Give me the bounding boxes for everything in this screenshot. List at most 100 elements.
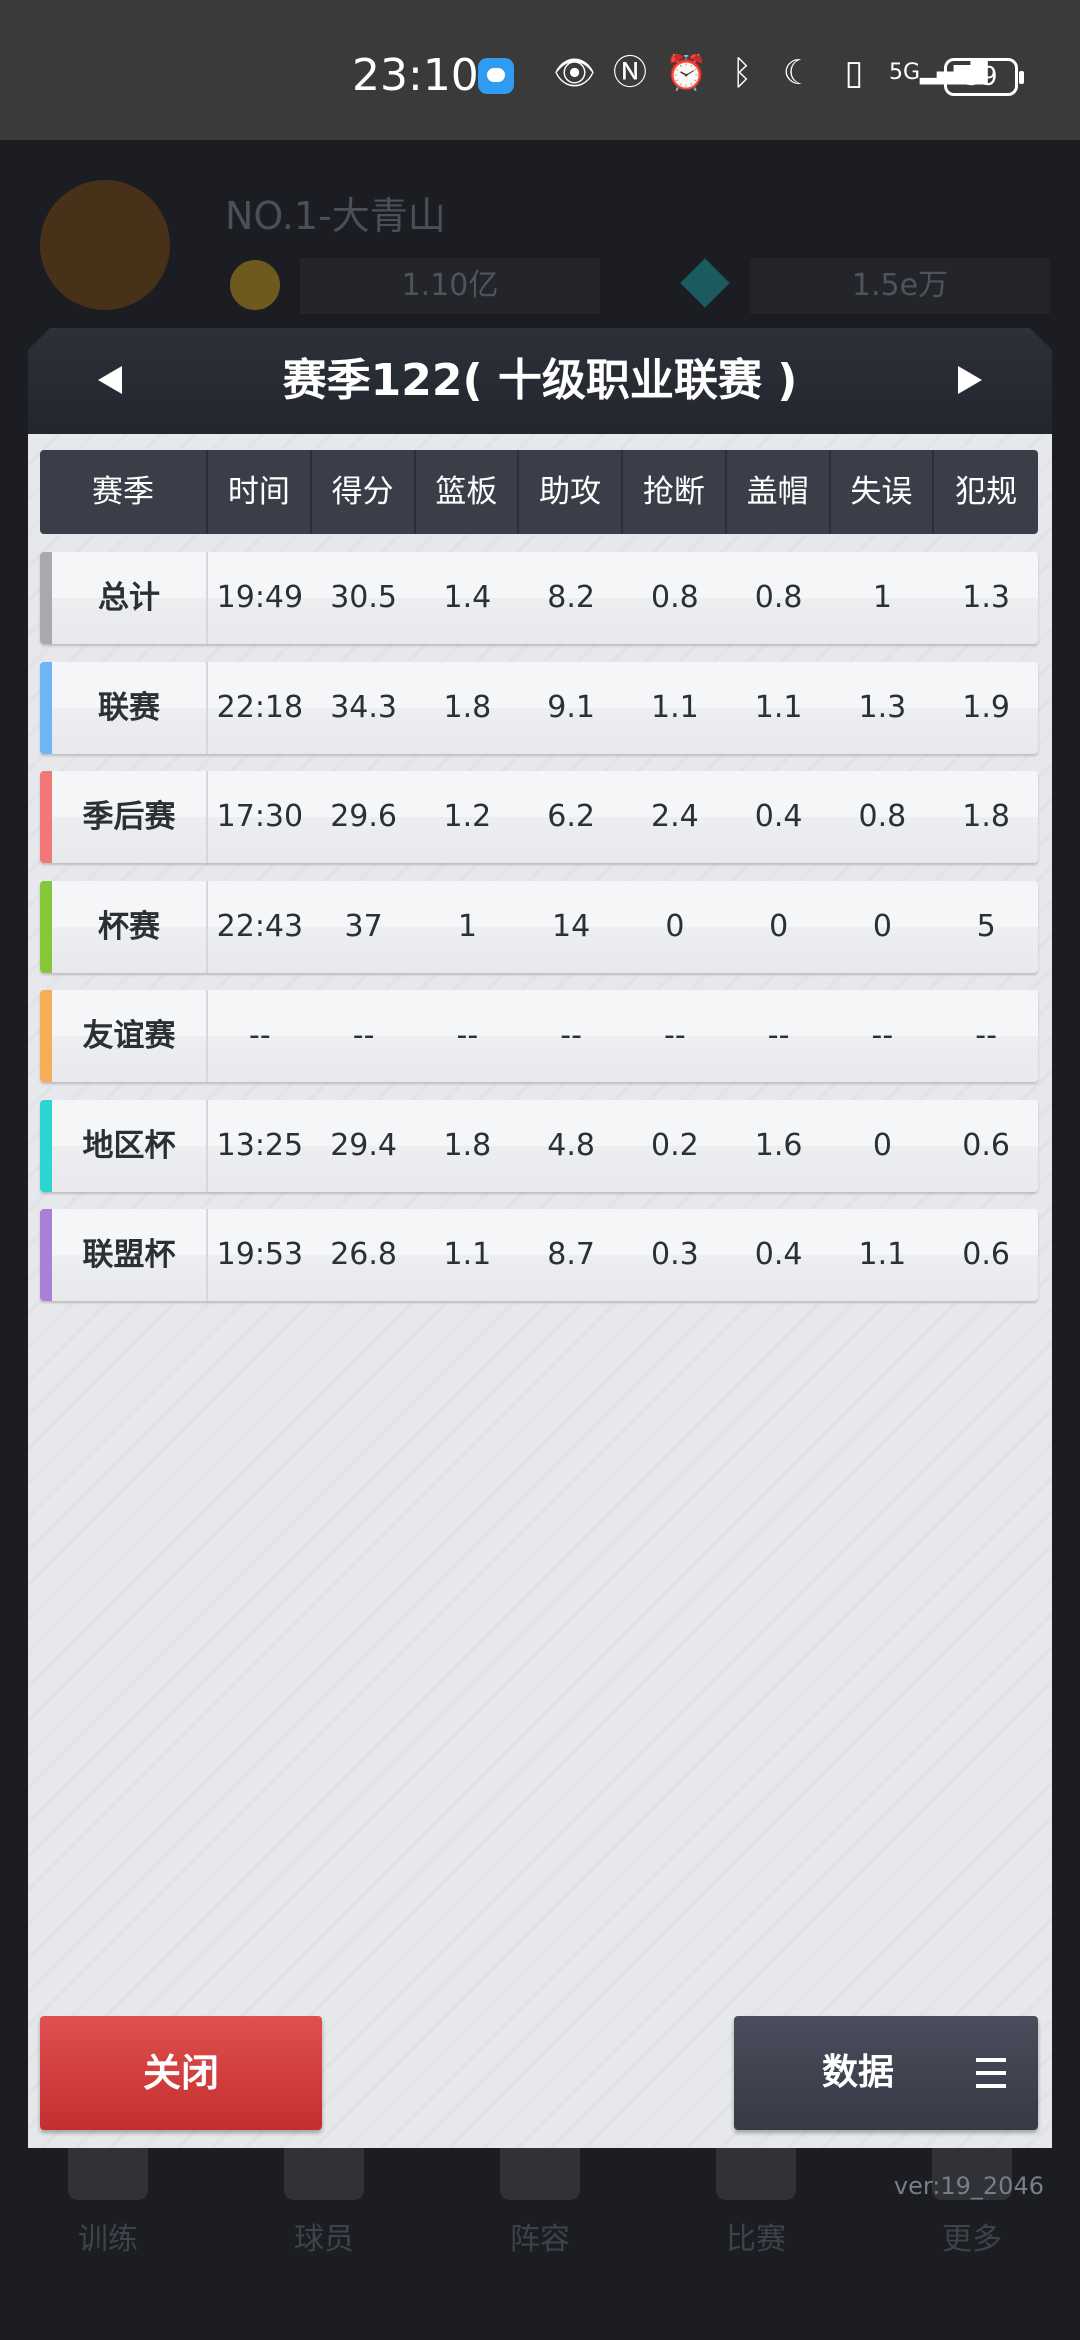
column-header[interactable]: 时间 [208, 450, 312, 534]
data-button[interactable]: 数据 [734, 2016, 1038, 2130]
table-cell: 0.4 [754, 799, 803, 834]
table-cell: 0.6 [962, 1127, 1010, 1163]
row-color-stripe [40, 661, 52, 754]
table-cell: 13:25 [216, 1127, 304, 1163]
table-cell: 1.8 [443, 1127, 492, 1163]
clock: 23:10 [352, 50, 479, 101]
data-button-label: 数据 [822, 2052, 895, 2093]
player-name: NO.1-大青山 [225, 194, 446, 238]
row-color-stripe [40, 880, 52, 973]
dialog-title: 赛季122( 十级职业联赛 ) [282, 355, 798, 406]
row-label: 杯赛 [40, 880, 208, 973]
table-cell: 1.1 [858, 1237, 907, 1272]
nfc-icon: Ⓝ [613, 53, 647, 93]
coin-icon [230, 260, 280, 310]
nav-item: 更多 [912, 2130, 1032, 2300]
row-color-stripe [40, 771, 52, 863]
status-icons: 👁 Ⓝ ⏰ ᛒ ☾ ▯ 5G▂▄▆█ [553, 52, 988, 94]
table-cell: 1 [872, 580, 892, 615]
close-button[interactable]: 关闭 [40, 2016, 322, 2130]
previous-season-button[interactable] [98, 366, 122, 394]
table-cell: 19:49 [216, 580, 304, 615]
table-cell: 1.1 [443, 1237, 492, 1272]
table-cell: -- [664, 1018, 686, 1053]
table-cell: -- [352, 1018, 375, 1053]
row-label: 联赛 [40, 661, 208, 754]
table-cell: 5 [976, 908, 996, 944]
table-cell: 1.3 [962, 580, 1010, 615]
season-stats-dialog: 赛季122( 十级职业联赛 ) 赛季 时间 得分 篮板 助攻 抢断 盖帽 失误 … [28, 328, 1052, 2148]
row-color-stripe [40, 552, 52, 644]
table-row: 地区杯 13:25 29.4 1.8 4.8 0.2 1.6 0 0.6 [40, 1099, 1038, 1192]
table-cell: 0 [665, 908, 685, 944]
table-cell: 0.8 [754, 580, 803, 615]
nav-label: 球员 [294, 2222, 354, 2257]
table-cell: -- [456, 1018, 479, 1053]
vibrate-icon: ▯ [844, 53, 864, 93]
row-label: 友谊赛 [40, 990, 208, 1082]
menu-icon [976, 2058, 1006, 2088]
table-cell: 30.5 [330, 580, 398, 615]
table-cell: 0.8 [858, 799, 907, 834]
row-color-stripe [40, 1209, 52, 1301]
nav-item: 比赛 [696, 2130, 816, 2300]
table-row: 总计 19:49 30.5 1.4 8.2 0.8 0.8 1 1.3 [40, 552, 1038, 644]
row-label: 联盟杯 [40, 1209, 208, 1301]
next-season-button[interactable] [958, 366, 982, 394]
table-cell: 1.4 [443, 580, 492, 615]
table-cell: 0 [769, 908, 789, 944]
status-bar: 23:10 👁 Ⓝ ⏰ ᛒ ☾ ▯ 5G▂▄▆█ 59 [0, 0, 1080, 140]
battery-icon: 59 [944, 58, 1024, 96]
table-cell: 0.4 [754, 1237, 803, 1272]
column-header[interactable]: 失误 [831, 450, 935, 534]
bluetooth-icon: ᛒ [731, 53, 753, 93]
nav-label: 训练 [78, 2222, 138, 2257]
column-header[interactable]: 得分 [312, 450, 416, 534]
column-header[interactable]: 抢断 [623, 450, 727, 534]
nav-item: 阵容 [480, 2130, 600, 2300]
row-color-stripe [40, 1099, 52, 1192]
stats-table: 总计 19:49 30.5 1.4 8.2 0.8 0.8 1 1.3 联赛 22:18 34.3 1.… [40, 552, 1038, 1319]
gem-icon [680, 258, 730, 308]
eye-icon: 👁 [553, 53, 597, 93]
table-cell: 1.6 [754, 1127, 803, 1163]
table-cell: 8.7 [547, 1237, 595, 1272]
table-cell: 1.3 [858, 689, 907, 725]
column-header[interactable]: 助攻 [519, 450, 623, 534]
table-cell: 0 [872, 908, 892, 944]
column-header[interactable]: 赛季 [40, 450, 208, 534]
table-cell: 1.2 [443, 799, 492, 834]
table-cell: 0.8 [651, 580, 699, 615]
moon-icon: ☾ [782, 53, 814, 93]
gem-amount: 1.5e万 [750, 258, 1050, 314]
table-cell: 4.8 [547, 1127, 595, 1163]
avatar [40, 180, 170, 310]
table-cell: -- [249, 1018, 271, 1053]
nav-item: 训练 [48, 2130, 168, 2300]
table-cell: -- [560, 1018, 582, 1053]
nav-item: 球员 [264, 2130, 384, 2300]
bottom-nav: 训练 球员 阵容 比赛 更多 [0, 2130, 1080, 2330]
table-row: 季后赛 17:30 29.6 1.2 6.2 2.4 0.4 0.8 1.8 [40, 771, 1038, 863]
version-label: ver:19_2046 [893, 2172, 1044, 2200]
table-cell: 19:53 [216, 1237, 304, 1272]
nav-label: 比赛 [726, 2222, 786, 2257]
table-cell: 0.6 [962, 1237, 1010, 1272]
table-cell: -- [767, 1018, 790, 1053]
gold-amount: 1.10亿 [300, 258, 600, 314]
nav-label: 阵容 [510, 2222, 570, 2257]
column-header[interactable]: 盖帽 [727, 450, 831, 534]
table-cell: 9.1 [547, 689, 595, 725]
table-cell: 29.6 [330, 799, 398, 834]
row-color-stripe [40, 990, 52, 1082]
table-cell: 1.9 [962, 689, 1010, 725]
table-cell: 1.1 [754, 689, 803, 725]
table-cell: 1.1 [651, 689, 699, 725]
table-cell: 29.4 [330, 1127, 398, 1163]
table-cell: 37 [344, 908, 383, 944]
column-header[interactable]: 篮板 [416, 450, 520, 534]
table-cell: 17:30 [216, 799, 304, 834]
column-header[interactable]: 犯规 [934, 450, 1038, 534]
table-cell: 2.4 [651, 799, 699, 834]
table-cell: 0.3 [651, 1237, 699, 1272]
